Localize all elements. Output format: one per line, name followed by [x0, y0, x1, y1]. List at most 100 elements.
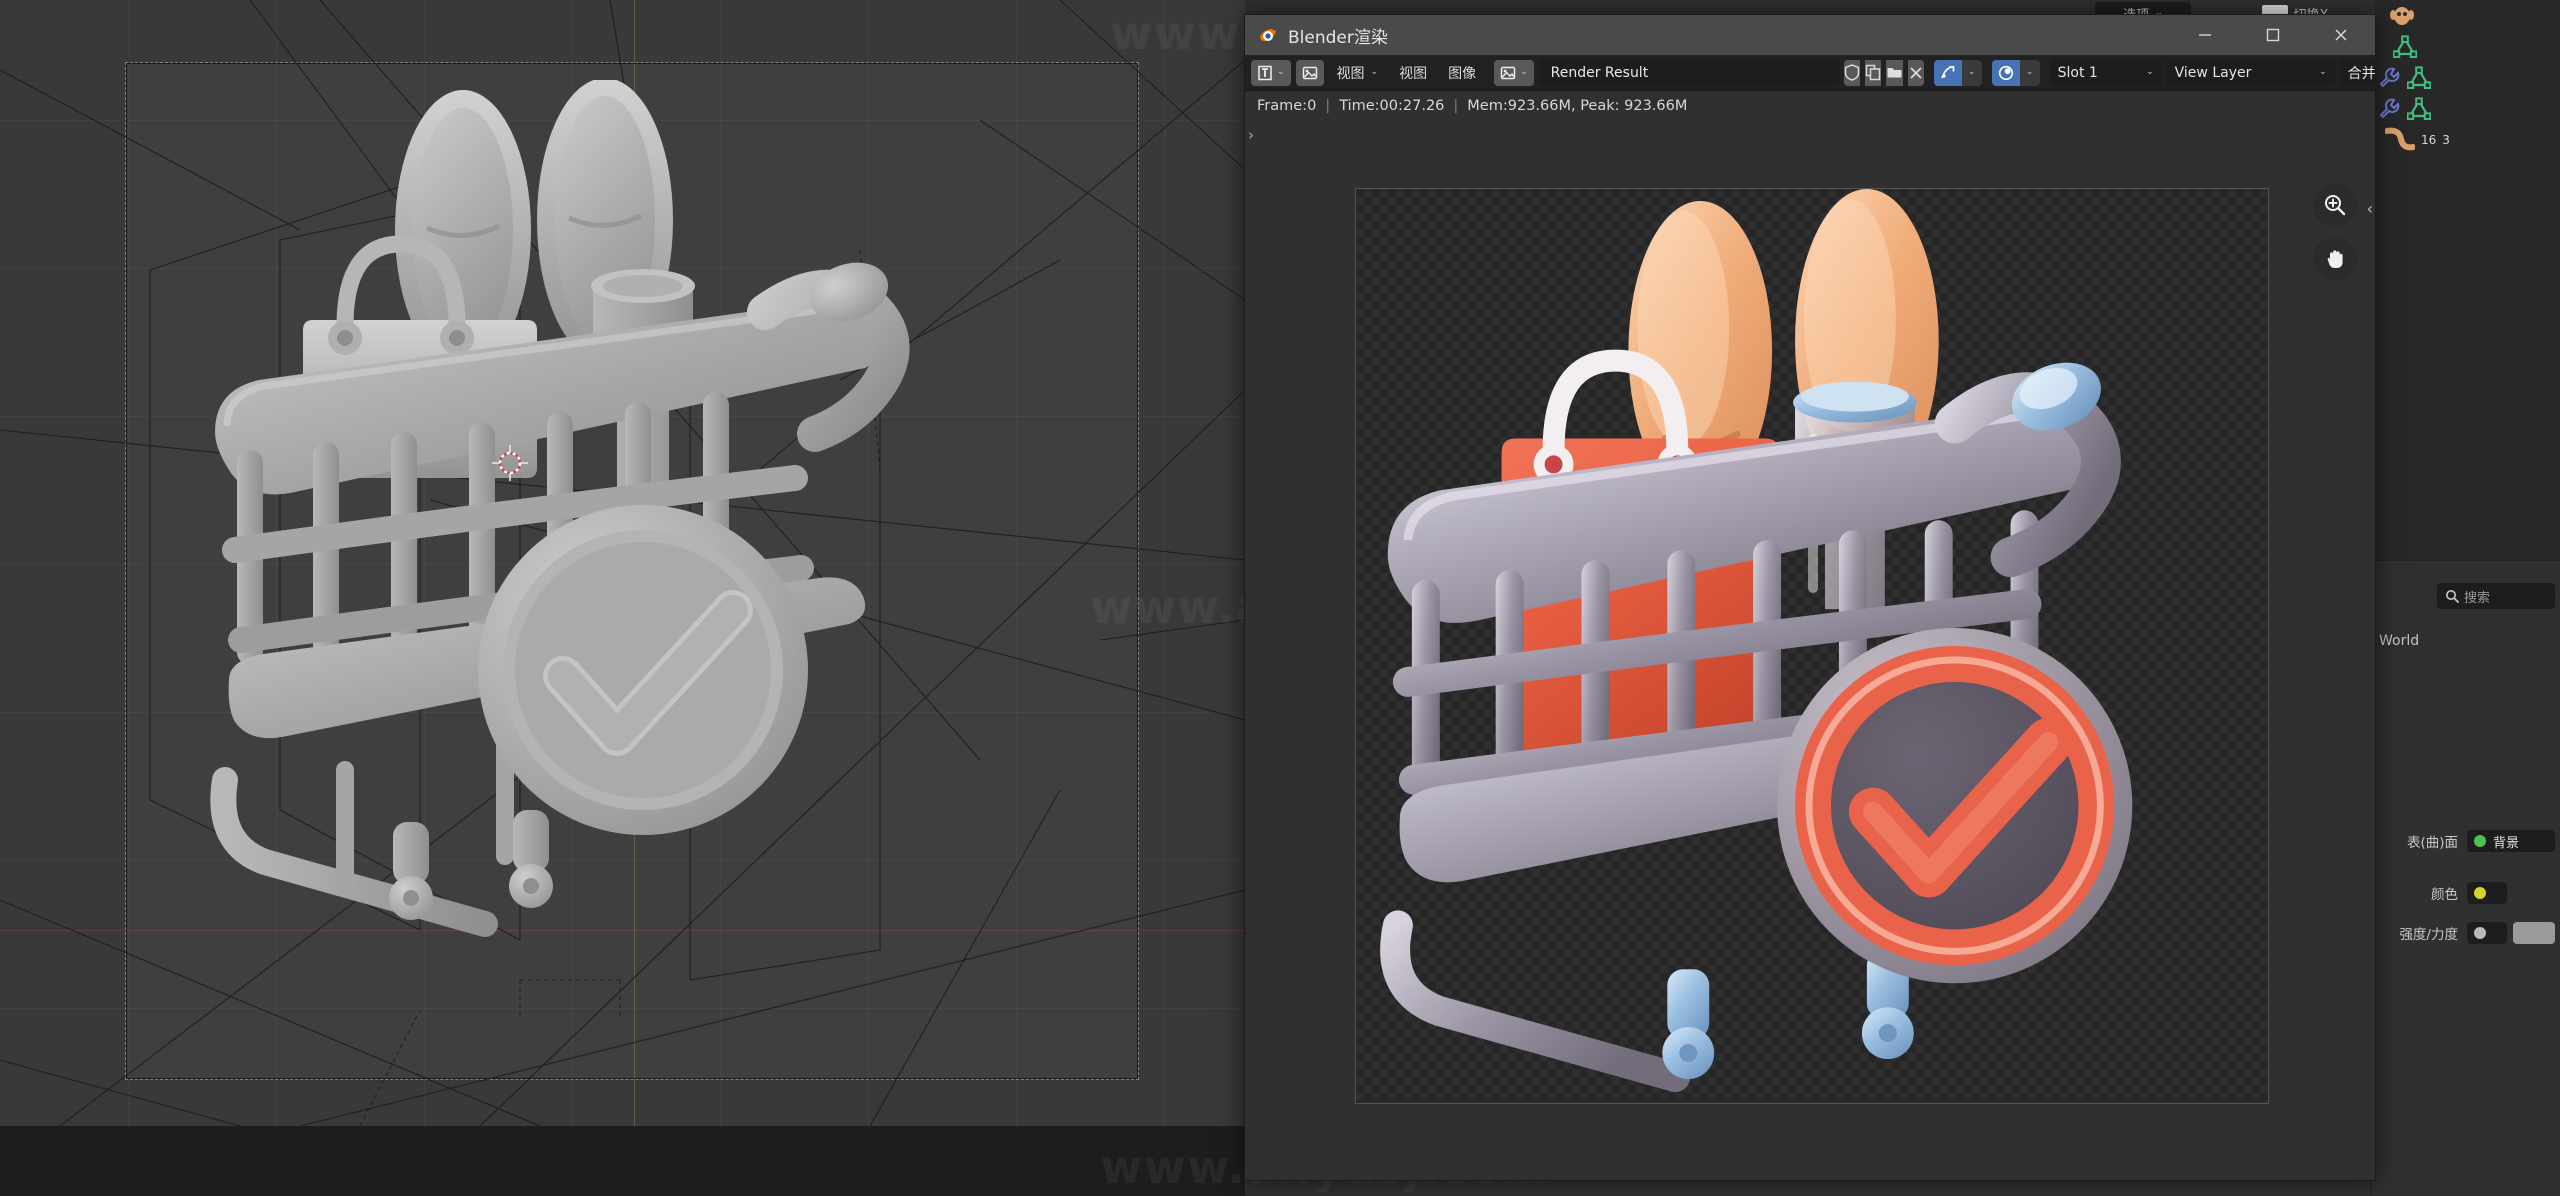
menu-image[interactable]: 图像: [1440, 60, 1484, 86]
fake-user-button[interactable]: [1843, 59, 1860, 86]
pan-gizmo-button[interactable]: [2313, 237, 2357, 281]
menu-view-mode-label: 视图: [1336, 65, 1365, 82]
view-layer-select[interactable]: View Layer ⌄: [2166, 59, 2335, 86]
color-manage-button[interactable]: [1991, 59, 2020, 86]
chevron-down-icon: ⌄: [1370, 67, 1379, 77]
render-pass-select[interactable]: 合并结果 ⌄: [2339, 59, 2376, 86]
image-datablock-icon: [1500, 66, 1516, 79]
curve-icon: [2385, 127, 2415, 150]
outliner-badge-2: 3: [2442, 132, 2450, 147]
x-icon: [1910, 66, 1922, 79]
zoom-in-magnifier-icon: [2325, 195, 2346, 216]
chevron-down-icon: ⌄: [2025, 67, 2034, 77]
render-status-line: Frame:0 | Time:00:27.26 | Mem:923.66M, P…: [1245, 91, 2375, 121]
minimize-button[interactable]: [2171, 15, 2239, 55]
property-value-strength-dot[interactable]: [2467, 922, 2507, 944]
color-sphere-icon: [1998, 65, 2013, 80]
close-icon: [2335, 29, 2347, 41]
list-item[interactable]: [2371, 62, 2560, 93]
properties-panel: 搜索 World 表(曲)面 背景 颜色 强度/力度: [2371, 560, 2560, 1196]
strength-link-dot: [2474, 927, 2486, 939]
color-manage-dropdown[interactable]: ⌄: [2019, 59, 2040, 86]
property-value-strength-slider[interactable]: [2513, 922, 2555, 944]
shield-icon: [1844, 64, 1859, 81]
monkey-head-icon: [2390, 6, 2414, 25]
unlink-button[interactable]: [1907, 59, 1924, 86]
render-slot-select[interactable]: Slot 1 ⌄: [2049, 59, 2162, 86]
zoom-gizmo-button[interactable]: [2313, 183, 2357, 227]
status-memory: Mem:923.66M, Peak: 923.66M: [1467, 98, 1688, 114]
property-value-surface[interactable]: 背景: [2467, 830, 2555, 852]
wrench-modifier-icon: [2379, 98, 2400, 118]
property-row-strength: 强度/力度: [2371, 921, 2560, 945]
properties-search-placeholder: 搜索: [2464, 590, 2491, 606]
surface-status-dot: [2474, 835, 2486, 847]
datablock-name-field[interactable]: Render Result: [1538, 59, 1839, 86]
image-editor-toolbar[interactable]: ⌄ 视图 ⌄ 视图 图像 ⌄ Render Result ⌄ ⌄ Slot 1 …: [1245, 55, 2375, 91]
gizmo-collapse-chevron-icon[interactable]: ‹: [2367, 199, 2373, 218]
view-mode-button[interactable]: [1295, 59, 1324, 86]
outliner-badge-1: 16: [2421, 132, 2437, 147]
main-window-bottom-strip: [0, 1126, 1245, 1196]
color-manage-group[interactable]: ⌄: [1991, 59, 2040, 86]
status-frame: Frame:0: [1257, 98, 1317, 114]
mesh-data-icon: [2393, 34, 2417, 58]
chevron-down-icon: ⌄: [1277, 67, 1285, 77]
render-content-cart: [1380, 189, 2133, 1093]
chevron-down-icon: ⌄: [1967, 67, 1976, 77]
property-label-strength: 强度/力度: [2399, 927, 2458, 943]
display-channels-dropdown[interactable]: ⌄: [1961, 59, 1982, 86]
property-value-surface-text: 背景: [2493, 835, 2520, 851]
menu-image-label: 图像: [1448, 65, 1477, 82]
editor-type-button[interactable]: ⌄: [1251, 59, 1291, 86]
new-copy-button[interactable]: [1864, 59, 1881, 86]
list-item[interactable]: [2371, 31, 2560, 62]
screen-root: 16 3 搜索 World 表(曲)面 背景 颜色 强度/力度 ⌄ Blende…: [0, 0, 2560, 1196]
menu-view-mode[interactable]: 视图 ⌄: [1329, 60, 1387, 86]
display-channels-group[interactable]: ⌄: [1933, 59, 1982, 86]
properties-search-input[interactable]: 搜索: [2437, 583, 2555, 609]
mesh-data-icon: [2407, 96, 2431, 120]
list-item[interactable]: 16 3: [2371, 124, 2560, 155]
view-mode-icon: [1302, 66, 1317, 79]
view-layer-label: View Layer: [2174, 64, 2252, 81]
viewport-model-cart[interactable]: [195, 80, 1075, 1040]
list-item[interactable]: [2371, 0, 2560, 31]
close-button[interactable]: [2307, 15, 2375, 55]
mesh-data-icon: [2407, 65, 2431, 89]
alpha-channel-icon: [1940, 65, 1954, 78]
open-image-button[interactable]: [1885, 59, 1903, 86]
maximize-button[interactable]: [2239, 15, 2307, 55]
render-window-title: Blender渲染: [1288, 27, 1388, 48]
property-label-color: 颜色: [2431, 887, 2458, 903]
outliner-panel[interactable]: 16 3: [2371, 0, 2560, 560]
property-row-color: 颜色: [2371, 881, 2560, 905]
menu-view[interactable]: 视图: [1391, 60, 1435, 86]
search-icon: [2446, 590, 2459, 603]
status-time: Time:00:27.26: [1339, 98, 1445, 114]
render-image-canvas[interactable]: › ‹: [1245, 121, 2375, 1180]
hand-pan-icon: [2327, 250, 2343, 268]
duplicate-icon: [1865, 64, 1880, 81]
chevron-down-icon: ⌄: [2146, 67, 2154, 77]
viewport-gizmos[interactable]: [2313, 183, 2357, 281]
color-swatch-dot: [2474, 887, 2486, 899]
3d-cursor: [492, 445, 528, 481]
render-pass-label: 合并结果: [2347, 65, 2376, 82]
3d-viewport[interactable]: [0, 0, 1245, 1126]
datablock-type-button[interactable]: ⌄: [1494, 59, 1534, 86]
blender-render-window[interactable]: Blender渲染 ⌄ 视图 ⌄ 视图 图像 ⌄ Render Result ⌄…: [1244, 14, 2376, 1181]
property-row-surface: 表(曲)面 背景: [2371, 829, 2560, 853]
wrench-modifier-icon: [2379, 67, 2400, 87]
properties-breadcrumb: World: [2379, 633, 2420, 649]
sidebar-expand-chevron-icon[interactable]: ›: [1248, 126, 1254, 144]
property-label-surface: 表(曲)面: [2406, 835, 2458, 851]
display-channels-button[interactable]: [1933, 59, 1962, 86]
chevron-down-icon: ⌄: [1520, 67, 1528, 77]
rendered-image[interactable]: [1355, 188, 2269, 1104]
folder-icon: [1887, 68, 1902, 78]
render-window-titlebar[interactable]: Blender渲染: [1245, 15, 2375, 55]
list-item[interactable]: [2371, 93, 2560, 124]
property-value-color[interactable]: [2467, 882, 2507, 904]
image-editor-icon: [1258, 65, 1272, 80]
